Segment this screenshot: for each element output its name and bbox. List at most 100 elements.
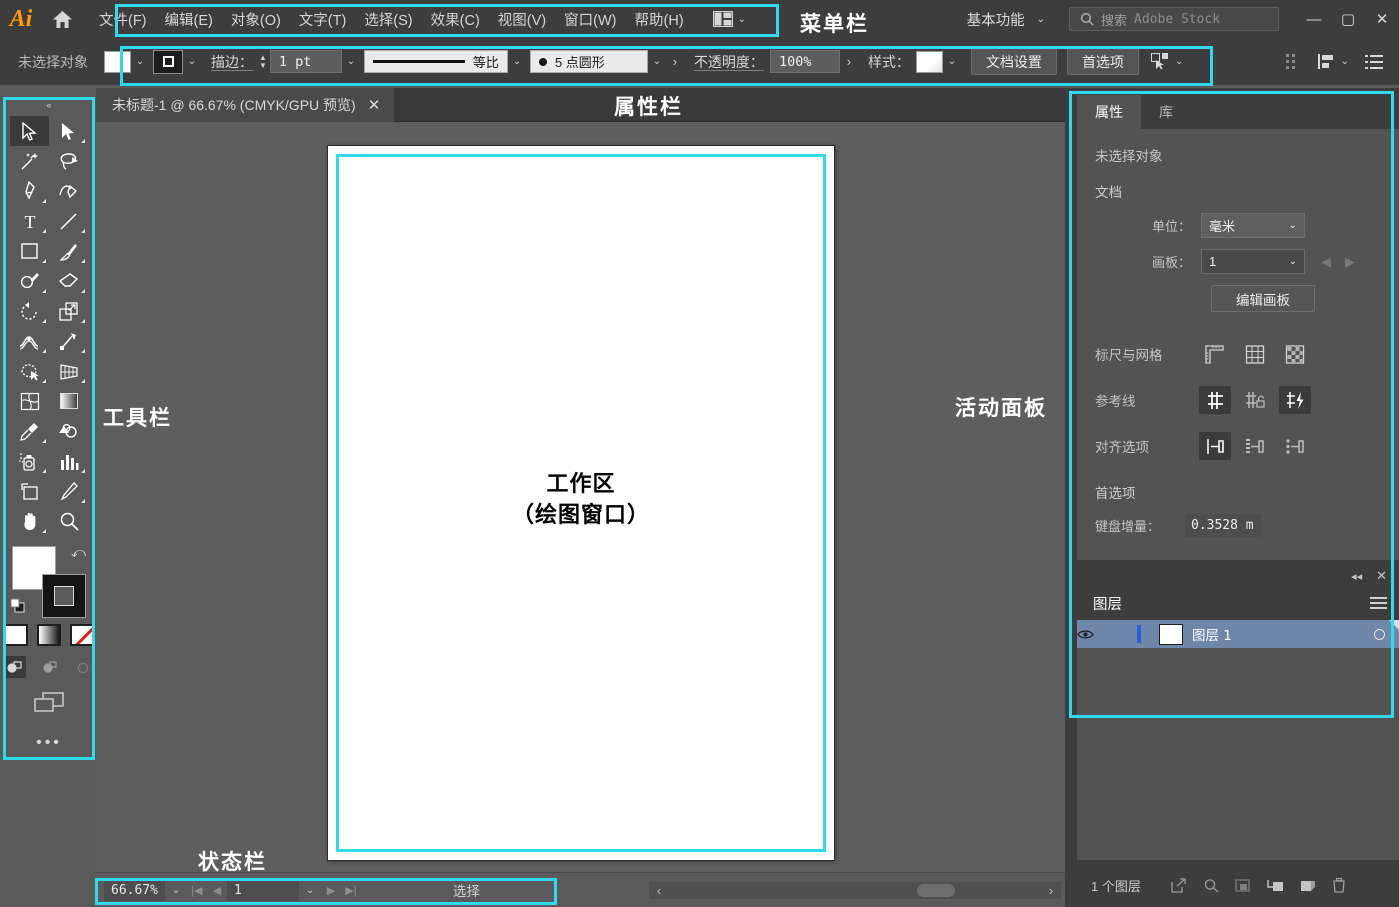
lasso-tool[interactable]	[49, 146, 88, 176]
layer-name[interactable]: 图层 1	[1192, 624, 1232, 644]
horizontal-scrollbar[interactable]: ‹ ›	[649, 881, 1061, 899]
collapse-chevrons-icon[interactable]: «	[3, 97, 95, 112]
column-graph-tool[interactable]	[49, 446, 88, 476]
workspace-switcher[interactable]: 基本功能 ⌄	[957, 9, 1055, 30]
make-clipping-mask-icon[interactable]	[1235, 878, 1251, 893]
style-chevron-down-icon[interactable]: ⌄	[943, 50, 961, 74]
draw-normal-icon[interactable]	[3, 656, 26, 678]
menu-item-help[interactable]: 帮助(H)	[625, 0, 692, 38]
stroke-weight-chevron-down-icon[interactable]: ⌄	[342, 50, 360, 74]
stock-search-input[interactable]: 搜索 Adobe Stock	[1069, 7, 1279, 31]
distribute-icon[interactable]	[1285, 53, 1302, 70]
artboard-number-field[interactable]: 1	[226, 879, 299, 901]
shape-builder-tool[interactable]	[10, 356, 49, 386]
show-grid-icon[interactable]	[1239, 340, 1271, 368]
locate-object-icon[interactable]	[1171, 877, 1187, 893]
select-similar-chevron-down-icon[interactable]: ⌄	[1175, 56, 1183, 67]
eyedropper-tool[interactable]	[10, 416, 49, 446]
create-sublayer-icon[interactable]	[1267, 878, 1284, 893]
line-segment-tool[interactable]	[49, 206, 88, 236]
opacity-field[interactable]: 100%	[769, 50, 840, 73]
menu-item-file[interactable]: 文件(F)	[90, 0, 156, 38]
eye-icon[interactable]	[1077, 629, 1111, 640]
align-icon[interactable]: ⌄	[1317, 53, 1349, 70]
artboard-chevron-down-icon[interactable]: ⌄	[299, 885, 321, 896]
stroke-swatch[interactable]	[153, 49, 183, 74]
blend-tool[interactable]	[49, 416, 88, 446]
collapse-panel-icon[interactable]: ◂◂	[1351, 570, 1362, 583]
gradient-swatch-button[interactable]	[36, 624, 62, 646]
fill-chevron-down-icon[interactable]: ⌄	[131, 50, 149, 74]
selection-tool[interactable]	[10, 116, 49, 146]
menu-item-effect[interactable]: 效果(C)	[422, 0, 489, 38]
symbol-sprayer-tool[interactable]	[10, 446, 49, 476]
shaper-tool[interactable]	[10, 266, 49, 296]
free-transform-tool[interactable]	[49, 326, 88, 356]
stroke-weight-field[interactable]: 1 pt	[269, 50, 342, 73]
status-text[interactable]: 选择	[453, 880, 480, 900]
smart-guides-icon[interactable]	[1279, 386, 1311, 414]
slice-tool[interactable]	[49, 476, 88, 506]
none-swatch-button[interactable]	[70, 624, 96, 646]
lock-guides-icon[interactable]	[1239, 386, 1271, 414]
canvas-area[interactable]: 工作区 （绘图窗口）	[96, 122, 1065, 872]
select-similar-icon[interactable]	[1150, 53, 1170, 70]
next-artboard-icon[interactable]: ▶	[321, 884, 341, 897]
rotate-tool[interactable]	[10, 296, 49, 326]
snap-to-grid-icon[interactable]	[1239, 432, 1271, 460]
home-icon[interactable]	[42, 0, 82, 38]
artboard-tool[interactable]	[10, 476, 49, 506]
tab-properties[interactable]: 属性	[1077, 95, 1141, 129]
zoom-level-field[interactable]: 66.67%	[104, 879, 165, 901]
close-button[interactable]: ✕	[1365, 0, 1399, 38]
stroke-control[interactable]: ⌄	[153, 38, 201, 85]
default-fill-stroke-icon[interactable]	[10, 598, 28, 616]
magic-wand-tool[interactable]	[10, 146, 49, 176]
fill-swatch[interactable]	[104, 50, 131, 73]
graphic-style-swatch[interactable]	[915, 50, 943, 73]
gradient-tool[interactable]	[49, 386, 88, 416]
direct-selection-tool[interactable]	[49, 116, 88, 146]
show-rulers-icon[interactable]	[1199, 340, 1231, 368]
fill-control[interactable]: ⌄	[104, 38, 149, 85]
width-tool[interactable]	[10, 326, 49, 356]
scroll-left-icon[interactable]: ‹	[649, 883, 669, 898]
curvature-tool[interactable]	[49, 176, 88, 206]
keyboard-increment-field[interactable]: 0.3528 m	[1185, 514, 1261, 537]
document-setup-button[interactable]: 文档设置	[970, 48, 1057, 75]
minimize-button[interactable]: —	[1297, 0, 1331, 38]
first-artboard-icon[interactable]: |◀	[187, 884, 207, 897]
tab-libraries[interactable]: 库	[1141, 95, 1191, 129]
show-transparency-grid-icon[interactable]	[1279, 340, 1311, 368]
preferences-button[interactable]: 首选项	[1066, 48, 1139, 75]
opacity-expand-icon[interactable]: ›	[840, 50, 858, 74]
more-options-icon[interactable]	[1365, 54, 1383, 70]
type-tool[interactable]: T	[10, 206, 49, 236]
hand-tool[interactable]	[10, 506, 49, 536]
change-screen-mode-icon[interactable]	[32, 690, 66, 714]
close-panel-icon[interactable]: ✕	[1376, 568, 1387, 584]
snap-to-point-icon[interactable]	[1199, 432, 1231, 460]
edit-toolbar-dots-icon[interactable]: •••	[3, 734, 95, 752]
scale-tool[interactable]	[49, 296, 88, 326]
arrange-documents-icon[interactable]: ⌄	[707, 0, 752, 38]
menu-item-edit[interactable]: 编辑(E)	[156, 0, 222, 38]
document-tab[interactable]: 未标题-1 @ 66.67% (CMYK/GPU 预览) ✕	[96, 88, 395, 122]
zoom-chevron-down-icon[interactable]: ⌄	[165, 885, 187, 896]
menu-item-object[interactable]: 对象(O)	[222, 0, 290, 38]
stroke-weight-stepper[interactable]: ▲ ▼	[259, 53, 270, 70]
rectangle-tool[interactable]	[10, 236, 49, 266]
create-new-layer-icon[interactable]	[1300, 878, 1316, 893]
perspective-grid-tool[interactable]	[49, 356, 88, 386]
scroll-right-icon[interactable]: ›	[1041, 883, 1061, 898]
paintbrush-tool[interactable]	[49, 236, 88, 266]
layer-row[interactable]: 图层 1	[1077, 620, 1399, 648]
show-guides-icon[interactable]	[1199, 386, 1231, 414]
draw-inside-icon[interactable]	[72, 656, 95, 678]
brush-chevron-down-icon[interactable]: ⌄	[648, 50, 666, 74]
mesh-tool[interactable]	[10, 386, 49, 416]
menu-item-window[interactable]: 窗口(W)	[555, 0, 625, 38]
select-similar-control[interactable]: ⌄	[1150, 53, 1183, 70]
delete-selection-icon[interactable]	[1332, 877, 1346, 893]
next-artboard-icon[interactable]: ▶	[1345, 254, 1355, 270]
